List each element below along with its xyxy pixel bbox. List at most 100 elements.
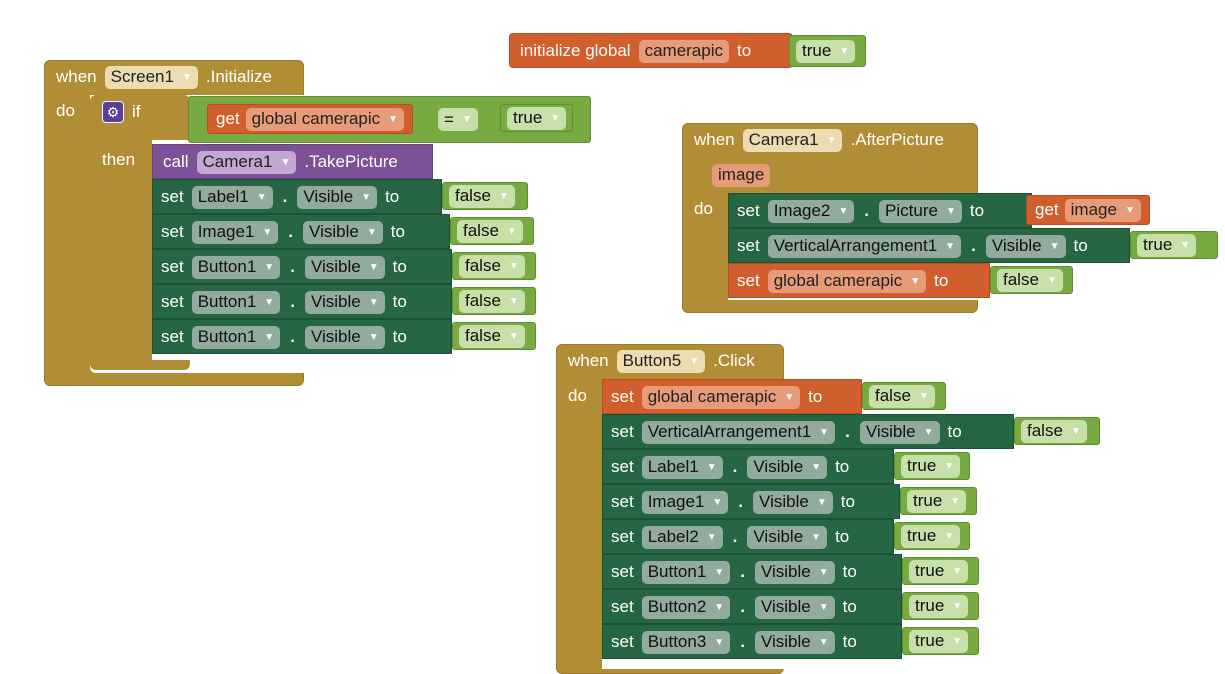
set-block[interactable]: set Label2 ▼ . Visible ▼ to xyxy=(602,519,894,554)
set-block[interactable]: set Image2 ▼ . Picture ▼ to xyxy=(728,193,1032,228)
triangle-down-icon: ▼ xyxy=(262,226,273,238)
event-parameter[interactable]: image xyxy=(712,163,771,187)
value-dropdown[interactable]: true ▼ xyxy=(907,489,967,513)
component-dropdown-camera1[interactable]: Camera1 ▼ xyxy=(742,128,843,152)
component-dropdown-screen1[interactable]: Screen1 ▼ xyxy=(104,65,198,89)
set-block[interactable]: set Label1 ▼ . Visible ▼ to xyxy=(602,449,894,484)
value-dropdown[interactable]: false ▼ xyxy=(457,219,523,243)
value-block[interactable]: false ▼ xyxy=(862,382,946,410)
init-value-block[interactable]: true ▼ xyxy=(789,35,866,67)
value-dropdown[interactable]: false ▼ xyxy=(459,254,525,278)
gear-icon[interactable]: ⚙ xyxy=(102,101,124,123)
property-dropdown[interactable]: Visible ▼ xyxy=(303,220,383,244)
variable-dropdown[interactable]: global camerapic ▼ xyxy=(767,269,927,293)
property-dropdown[interactable]: Visible ▼ xyxy=(297,185,378,209)
set-block[interactable]: set Button1 ▼ . Visible ▼ to xyxy=(152,249,452,284)
value-block[interactable]: true ▼ xyxy=(902,627,979,655)
value-dropdown[interactable]: true ▼ xyxy=(909,594,969,618)
component-dropdown-camera1[interactable]: Camera1 ▼ xyxy=(196,150,297,174)
set-block[interactable]: set Button2 ▼ . Visible ▼ to xyxy=(602,589,902,624)
set-block[interactable]: set Label1 ▼ . Visible ▼ to xyxy=(152,179,442,214)
set-block[interactable]: set Button1 ▼ . Visible ▼ to xyxy=(152,284,452,319)
property-dropdown[interactable]: Visible ▼ xyxy=(747,455,828,479)
component-dropdown[interactable]: Label1 ▼ xyxy=(191,185,273,209)
property-dropdown[interactable]: Visible ▼ xyxy=(747,525,828,549)
component-dropdown[interactable]: Image2 ▼ xyxy=(767,199,855,223)
component-dropdown[interactable]: Button1 ▼ xyxy=(641,560,731,584)
call-takepicture-block[interactable]: call Camera1 ▼ .TakePicture xyxy=(152,144,433,179)
property-dropdown[interactable]: Visible ▼ xyxy=(754,595,835,619)
value-block[interactable]: true ▼ xyxy=(902,557,979,585)
get-image-block[interactable]: get image ▼ xyxy=(1026,195,1150,225)
property-dropdown[interactable]: Visible ▼ xyxy=(754,560,835,584)
component-dropdown[interactable]: Label1 ▼ xyxy=(641,455,723,479)
set-block[interactable]: set VerticalArrangement1 ▼ . Visible ▼ to xyxy=(728,228,1130,263)
value-block[interactable]: false ▼ xyxy=(990,266,1073,294)
value-dropdown[interactable]: false ▼ xyxy=(869,384,935,408)
value-dropdown[interactable]: false ▼ xyxy=(1021,419,1087,443)
property-dropdown[interactable]: Visible ▼ xyxy=(985,234,1066,258)
set-block[interactable]: set Button1 ▼ . Visible ▼ to xyxy=(152,319,452,354)
value-block[interactable]: false ▼ xyxy=(452,322,536,350)
set-block[interactable]: set Image1 ▼ . Visible ▼ to xyxy=(602,484,900,519)
variable-dropdown[interactable]: global camerapic ▼ xyxy=(245,107,405,131)
value-block[interactable]: true ▼ xyxy=(894,522,970,550)
value-block[interactable]: false ▼ xyxy=(450,217,534,245)
property-dropdown[interactable]: Visible ▼ xyxy=(304,255,385,279)
component-dropdown[interactable]: VerticalArrangement1 ▼ xyxy=(641,420,836,444)
triangle-down-icon: ▼ xyxy=(508,260,519,272)
get-global-block[interactable]: get global camerapic ▼ xyxy=(207,104,414,134)
value-block[interactable]: true ▼ xyxy=(902,592,979,620)
set-label: set xyxy=(611,597,634,616)
value-block[interactable]: false ▼ xyxy=(442,182,528,210)
property-dropdown[interactable]: Visible ▼ xyxy=(753,490,833,514)
value-dropdown[interactable]: false ▼ xyxy=(997,268,1063,292)
property-dropdown[interactable]: Visible ▼ xyxy=(859,420,940,444)
property-dropdown[interactable]: Visible ▼ xyxy=(304,325,385,349)
value-block[interactable]: false ▼ xyxy=(452,287,536,315)
value-block[interactable]: true ▼ xyxy=(1130,231,1218,259)
value-dropdown[interactable]: true ▼ xyxy=(901,454,961,478)
value-dropdown[interactable]: false ▼ xyxy=(459,289,525,313)
property-dropdown[interactable]: Picture ▼ xyxy=(879,199,962,223)
component-dropdown[interactable]: Button2 ▼ xyxy=(641,595,731,619)
value-block[interactable]: false ▼ xyxy=(1014,417,1100,445)
operator-dropdown[interactable]: = ▼ xyxy=(438,108,478,131)
value-block[interactable]: true ▼ xyxy=(900,487,977,515)
value-dropdown[interactable]: true ▼ xyxy=(901,524,961,548)
init-global-block[interactable]: initialize global camerapic to xyxy=(509,33,793,68)
component-dropdown[interactable]: Button1 ▼ xyxy=(191,290,281,314)
property-dropdown[interactable]: Visible ▼ xyxy=(304,290,385,314)
value-block[interactable]: false ▼ xyxy=(452,252,536,280)
set-global-block[interactable]: set global camerapic ▼ to xyxy=(602,379,862,414)
value-dropdown[interactable]: false ▼ xyxy=(449,184,515,208)
set-block[interactable]: set Button3 ▼ . Visible ▼ to xyxy=(602,624,902,659)
component-dropdown[interactable]: VerticalArrangement1 ▼ xyxy=(767,234,962,258)
component-dropdown[interactable]: Image1 ▼ xyxy=(191,220,279,244)
value-dropdown[interactable]: true ▼ xyxy=(909,629,969,653)
component-dropdown[interactable]: Button1 ▼ xyxy=(191,325,281,349)
value-dropdown[interactable]: false ▼ xyxy=(459,324,525,348)
component-dropdown[interactable]: Label2 ▼ xyxy=(641,525,723,549)
component-dropdown[interactable]: Button1 ▼ xyxy=(191,255,281,279)
component-dropdown[interactable]: Image1 ▼ xyxy=(641,490,729,514)
set-block[interactable]: set VerticalArrangement1 ▼ . Visible ▼ to xyxy=(602,414,1014,449)
to-label: to xyxy=(835,527,850,546)
property-dropdown[interactable]: Visible ▼ xyxy=(754,630,835,654)
compare-value-block[interactable]: true ▼ xyxy=(500,104,574,132)
triangle-down-icon: ▼ xyxy=(368,296,379,308)
compare-value-dropdown[interactable]: true ▼ xyxy=(507,106,567,130)
set-block[interactable]: set Image1 ▼ . Visible ▼ to xyxy=(152,214,450,249)
dot-separator: . xyxy=(732,457,738,476)
set-block[interactable]: set Button1 ▼ . Visible ▼ to xyxy=(602,554,902,589)
value-dropdown[interactable]: true ▼ xyxy=(1137,233,1197,257)
global-name-field[interactable]: camerapic xyxy=(638,39,729,63)
variable-dropdown[interactable]: image ▼ xyxy=(1064,198,1141,222)
component-dropdown[interactable]: Button3 ▼ xyxy=(641,630,731,654)
value-block[interactable]: true ▼ xyxy=(894,452,970,480)
component-dropdown-button5[interactable]: Button5 ▼ xyxy=(616,349,706,373)
value-dropdown[interactable]: true ▼ xyxy=(909,559,969,583)
set-global-block[interactable]: set global camerapic ▼ to xyxy=(728,263,990,298)
variable-dropdown[interactable]: global camerapic ▼ xyxy=(641,385,801,409)
init-value-dropdown[interactable]: true ▼ xyxy=(796,39,856,63)
